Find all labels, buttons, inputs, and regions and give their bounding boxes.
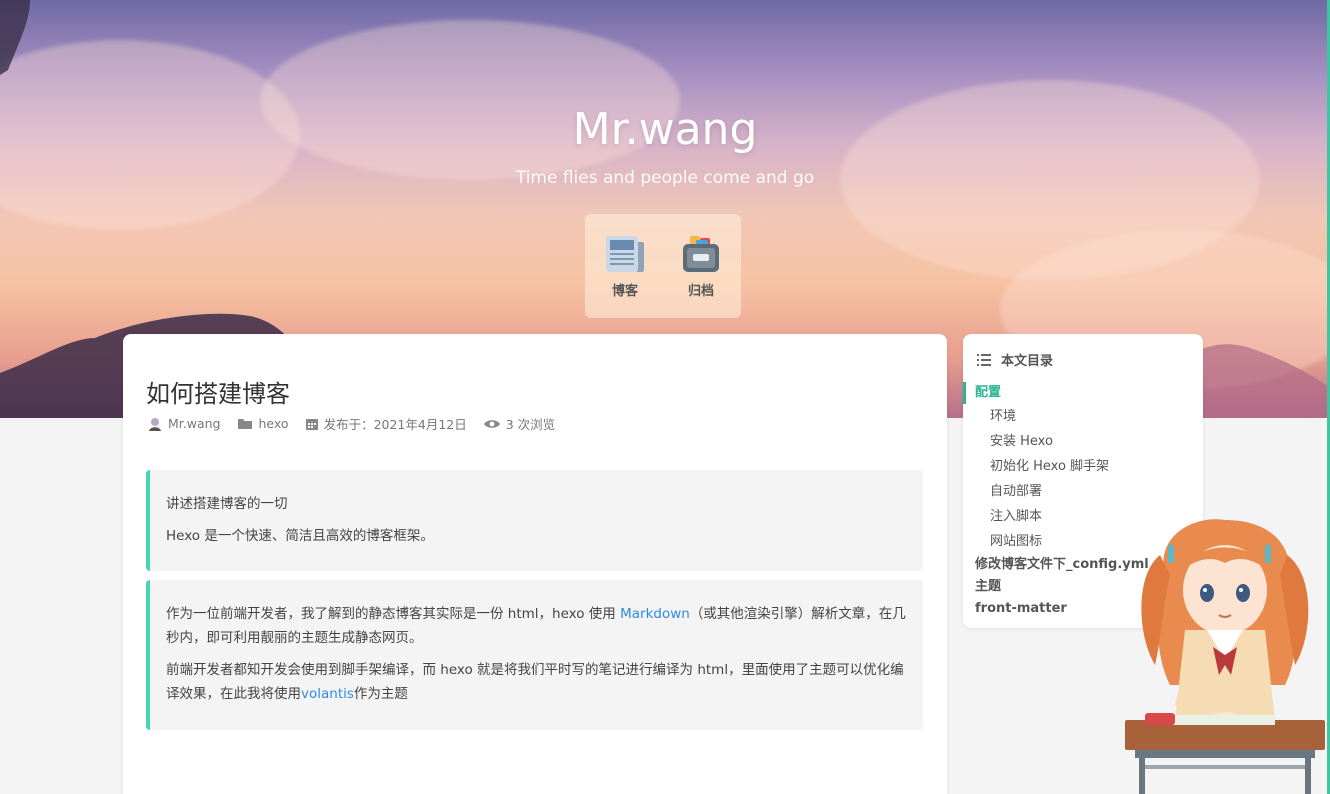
site-subtitle: Time flies and people come and go bbox=[515, 168, 815, 188]
volantis-link[interactable]: volantis bbox=[301, 686, 354, 702]
paragraph: 作为一位前端开发者，我了解到的静态博客其实际是一份 html，hexo 使用 M… bbox=[166, 602, 907, 650]
meta-category-name: hexo bbox=[258, 416, 289, 431]
menu-item-blog[interactable]: 博客 bbox=[598, 232, 652, 318]
site-title[interactable]: Mr.wang bbox=[0, 104, 1330, 155]
article-meta: Mr.wang hexo 发布于：2021年4月12日 3 次浏览 bbox=[148, 414, 572, 433]
quote-line: Hexo 是一个快速、简洁且高效的博客框架。 bbox=[166, 528, 434, 544]
intro-blockquote: 讲述搭建博客的一切 Hexo 是一个快速、简洁且高效的博客框架。 bbox=[146, 470, 923, 571]
cloud-decoration bbox=[260, 20, 680, 180]
toc-item-init-scaffold[interactable]: 初始化 Hexo 脚手架 bbox=[963, 454, 1203, 479]
archive-box-icon bbox=[674, 232, 728, 274]
article-title: 如何搭建博客 bbox=[146, 380, 290, 408]
markdown-link[interactable]: Markdown bbox=[620, 606, 690, 622]
paragraph-text: 作为一位前端开发者，我了解到的静态博客其实际是一份 html，hexo 使用 bbox=[166, 606, 621, 622]
paragraph-text: 前端开发者都知开发会使用到脚手架编译，而 hexo 就是将我们平时写的笔记进行编… bbox=[166, 662, 904, 702]
toc-item-auto-deploy[interactable]: 自动部署 bbox=[963, 479, 1203, 504]
folder-icon bbox=[237, 418, 252, 429]
meta-author[interactable]: Mr.wang bbox=[148, 416, 221, 431]
paragraph-text: 作为主题 bbox=[353, 686, 408, 702]
list-icon bbox=[977, 353, 991, 366]
eye-icon bbox=[483, 419, 500, 428]
menu-item-label: 归档 bbox=[687, 284, 714, 299]
article-card: 如何搭建博客 Mr.wang hexo 发布于：2021年4月12日 3 次浏览… bbox=[123, 334, 947, 794]
meta-category[interactable]: hexo bbox=[237, 416, 289, 431]
toc-item-config[interactable]: 配置 bbox=[963, 382, 1203, 404]
menu-item-archive[interactable]: 归档 bbox=[674, 232, 728, 318]
meta-date-text: 发布于：2021年4月12日 bbox=[323, 417, 467, 432]
paragraph: 前端开发者都知开发会使用到脚手架编译，而 hexo 就是将我们平时写的笔记进行编… bbox=[166, 658, 907, 706]
leaf-decoration bbox=[0, 0, 30, 75]
menu-item-label: 博客 bbox=[611, 284, 638, 299]
main-menu: 博客 归档 bbox=[585, 214, 741, 318]
calendar-icon bbox=[305, 419, 318, 430]
meta-views: 3 次浏览 bbox=[483, 414, 556, 433]
toc-title: 本文目录 bbox=[1001, 354, 1054, 369]
meta-date: 发布于：2021年4月12日 bbox=[305, 414, 467, 433]
meta-views-text: 3 次浏览 bbox=[505, 417, 556, 432]
avatar bbox=[149, 417, 161, 431]
toc-header: 本文目录 bbox=[977, 350, 1053, 369]
newspaper-icon bbox=[598, 232, 652, 274]
quote-line: 讲述搭建博客的一切 bbox=[166, 496, 288, 512]
toc-item-env[interactable]: 环境 bbox=[963, 404, 1203, 429]
meta-author-name: Mr.wang bbox=[168, 416, 221, 431]
live2d-mascot[interactable] bbox=[1125, 515, 1325, 794]
toc-item-install-hexo[interactable]: 安装 Hexo bbox=[963, 429, 1203, 454]
description-blockquote: 作为一位前端开发者，我了解到的静态博客其实际是一份 html，hexo 使用 M… bbox=[146, 580, 923, 730]
